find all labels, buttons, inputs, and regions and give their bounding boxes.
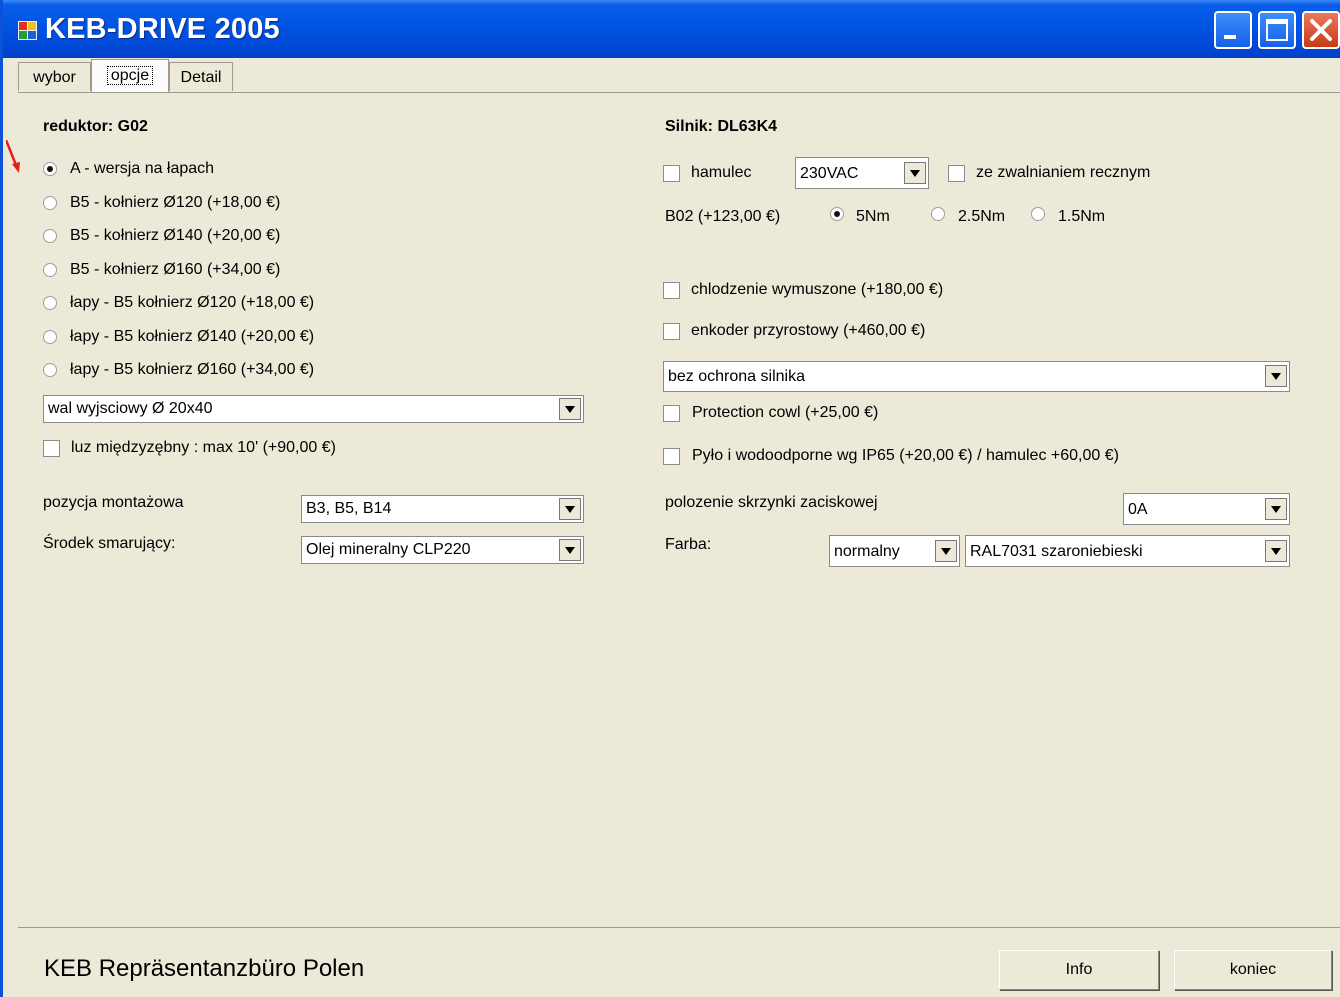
radio-label: B5 - kołnierz Ø160 (+34,00 €) [70,261,281,278]
chevron-down-icon[interactable] [559,398,581,420]
close-button[interactable] [1302,11,1340,49]
radio-label: A - wersja na łapach [70,160,215,177]
ip65-checkbox[interactable] [663,448,680,465]
shaft-value: wal wyjsciowy Ø 20x40 [48,400,213,417]
reduktor-heading: reduktor: G02 [43,118,148,135]
terminal-combo[interactable]: 0A [1123,493,1290,525]
paint-type-combo[interactable]: normalny [829,535,960,567]
radio-1-5nm[interactable] [1031,207,1045,221]
options-panel: reduktor: G02 A - wersja na łapach B5 - … [18,92,1340,928]
radio-label: 1.5Nm [1058,208,1106,225]
radio-b5-160[interactable] [43,263,57,277]
lube-combo[interactable]: Olej mineralny CLP220 [301,536,584,564]
paint-color-value: RAL7031 szaroniebieski [970,543,1143,560]
footer-divider [18,927,1340,928]
radio-b5-120[interactable] [43,196,57,210]
cowl-label: Protection cowl (+25,00 €) [692,404,879,421]
info-button[interactable]: Info [999,950,1159,990]
radio-label: 2.5Nm [958,208,1006,225]
pointer-arrow-icon [6,140,20,173]
radio-a-wersja[interactable] [43,162,57,176]
window-title: KEB-DRIVE 2005 [45,13,280,45]
chevron-down-icon[interactable] [1265,540,1287,562]
tab-wybor[interactable]: wybor [18,62,91,91]
lube-label: Środek smarujący: [43,535,176,552]
b02-label: B02 (+123,00 €) [665,208,781,225]
brake-voltage-value: 230VAC [800,165,859,182]
radio-lapy-120[interactable] [43,296,57,310]
close-icon [1310,19,1332,41]
title-bar[interactable]: KEB-DRIVE 2005 [3,0,1340,58]
forced-cooling-label: chlodzenie wymuszone (+180,00 €) [691,281,944,298]
cowl-checkbox[interactable] [663,405,680,422]
tab-detail[interactable]: Detail [169,62,233,91]
paint-type-value: normalny [834,543,900,560]
chevron-down-icon[interactable] [1265,498,1287,520]
tab-opcje[interactable]: opcje [91,59,169,92]
radio-label: 5Nm [856,208,890,225]
mount-label: pozycja montażowa [43,494,184,511]
tab-label: wybor [33,69,76,86]
minimize-icon [1224,35,1236,39]
radio-label: łapy - B5 kołnierz Ø160 (+34,00 €) [70,361,315,378]
radio-label: B5 - kołnierz Ø140 (+20,00 €) [70,227,281,244]
brake-voltage-combo[interactable]: 230VAC [795,157,929,189]
maximize-icon [1266,19,1288,41]
chevron-down-icon[interactable] [559,498,581,520]
brake-checkbox[interactable] [663,165,680,182]
mount-value: B3, B5, B14 [306,500,392,517]
chevron-down-icon[interactable] [1265,365,1287,387]
backlash-label: luz międzyzębny : max 10' (+90,00 €) [71,439,336,456]
paint-label: Farba: [665,536,712,553]
radio-2-5nm[interactable] [931,207,945,221]
radio-lapy-140[interactable] [43,330,57,344]
encoder-label: enkoder przyrostowy (+460,00 €) [691,322,926,339]
radio-label: B5 - kołnierz Ø120 (+18,00 €) [70,194,281,211]
manual-release-checkbox[interactable] [948,165,965,182]
chevron-down-icon[interactable] [935,540,957,562]
terminal-value: 0A [1128,501,1148,518]
chevron-down-icon[interactable] [904,162,926,184]
terminal-label: polozenie skrzynki zaciskowej [665,494,878,511]
radio-label: łapy - B5 kołnierz Ø120 (+18,00 €) [70,294,315,311]
brake-label: hamulec [691,164,752,181]
encoder-checkbox[interactable] [663,323,680,340]
lube-value: Olej mineralny CLP220 [306,541,471,558]
shaft-combo[interactable]: wal wyjsciowy Ø 20x40 [43,395,584,423]
minimize-button[interactable] [1214,11,1252,49]
radio-b5-140[interactable] [43,229,57,243]
exit-button[interactable]: koniec [1174,950,1332,990]
silnik-heading: Silnik: DL63K4 [665,118,778,135]
radio-label: łapy - B5 kołnierz Ø140 (+20,00 €) [70,328,315,345]
radio-lapy-160[interactable] [43,363,57,377]
ip65-label: Pyło i wodoodporne wg IP65 (+20,00 €) / … [692,447,1119,464]
mount-combo[interactable]: B3, B5, B14 [301,495,584,523]
radio-5nm[interactable] [830,207,844,221]
app-window: KEB-DRIVE 2005 wybor opcje Detail redukt… [0,0,1340,997]
app-icon [18,21,37,40]
paint-color-combo[interactable]: RAL7031 szaroniebieski [965,535,1290,567]
backlash-checkbox[interactable] [43,440,60,457]
protection-combo[interactable]: bez ochrona silnika [663,361,1290,392]
tab-label: opcje [106,66,154,85]
chevron-down-icon[interactable] [559,539,581,561]
manual-release-label: ze zwalnianiem recznym [976,164,1151,181]
maximize-button[interactable] [1258,11,1296,49]
protection-value: bez ochrona silnika [668,368,805,385]
company-label: KEB Repräsentanzbüro Polen [44,955,365,982]
forced-cooling-checkbox[interactable] [663,282,680,299]
tab-label: Detail [180,69,222,86]
